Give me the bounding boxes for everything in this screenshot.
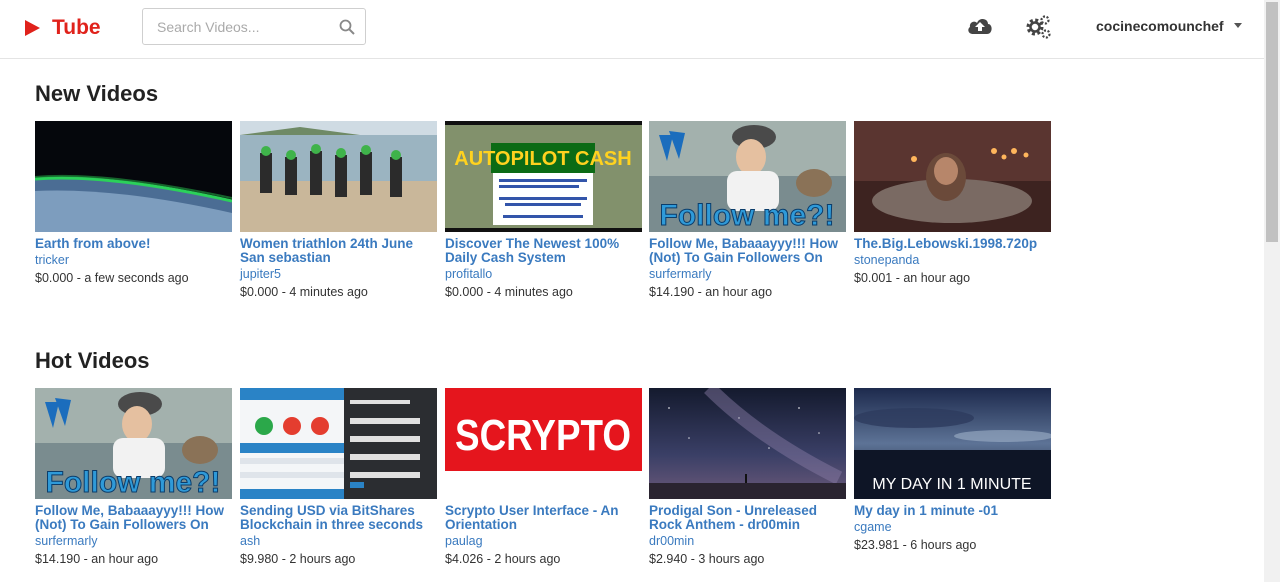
video-thumbnail[interactable] <box>35 121 232 232</box>
video-author[interactable]: jupiter5 <box>240 267 437 281</box>
thumbnail-text: AUTOPILOT CASH <box>454 148 631 170</box>
video-meta: $23.981 - 6 hours ago <box>854 538 977 552</box>
video-author[interactable]: tricker <box>35 253 232 267</box>
video-card[interactable]: Sending USD via BitShares Blockchain in … <box>240 388 437 566</box>
video-card[interactable]: Follow me?! Follow Me, Babaaayyy!!! How … <box>649 121 846 299</box>
video-card[interactable]: MY DAY IN 1 MINUTE My day in 1 minute -0… <box>854 388 1051 552</box>
section-title-new: New Videos <box>35 81 159 106</box>
video-meta: $14.190 - an hour ago <box>35 552 159 566</box>
logo[interactable]: Tube <box>22 15 101 41</box>
video-thumbnail[interactable] <box>240 388 437 499</box>
video-card[interactable]: AUTOPILOT CASH Discover The Newest 100% … <box>445 121 642 299</box>
top-bar: Tube cocinecomounchef <box>0 0 1264 59</box>
video-title[interactable]: Follow Me, Babaaayyy!!! How (Not) To Gai… <box>649 237 846 265</box>
video-author[interactable]: surfermarly <box>35 534 232 548</box>
video-thumbnail[interactable]: Follow me?! <box>35 388 232 499</box>
video-card[interactable]: Follow me?! Follow Me, Babaaayyy!!! How … <box>35 388 232 566</box>
video-meta: $0.001 - an hour ago <box>854 271 971 285</box>
search-box <box>142 8 366 45</box>
video-author[interactable]: ash <box>240 534 437 548</box>
video-meta: $0.000 - 4 minutes ago <box>240 285 368 299</box>
video-title[interactable]: Prodigal Son - Unreleased Rock Anthem - … <box>649 504 846 532</box>
settings-gears-icon[interactable] <box>1024 14 1052 40</box>
new-videos-row: Earth from above! tricker $0.000 - a few… <box>35 121 1055 311</box>
video-author[interactable]: surfermarly <box>649 267 846 281</box>
video-author[interactable]: paulag <box>445 534 642 548</box>
video-title[interactable]: Sending USD via BitShares Blockchain in … <box>240 504 437 532</box>
video-author[interactable]: stonepanda <box>854 253 1051 267</box>
video-meta: $4.026 - 2 hours ago <box>445 552 561 566</box>
video-thumbnail[interactable] <box>854 121 1051 232</box>
logo-text: Tube <box>52 16 101 39</box>
video-title[interactable]: Discover The Newest 100% Daily Cash Syst… <box>445 237 642 265</box>
video-thumbnail[interactable] <box>649 388 846 499</box>
search-input[interactable] <box>143 9 333 44</box>
video-meta: $0.000 - a few seconds ago <box>35 271 189 285</box>
video-meta: $0.000 - 4 minutes ago <box>445 285 573 299</box>
search-icon[interactable] <box>339 19 355 35</box>
cloud-upload-icon[interactable] <box>966 14 994 38</box>
user-menu[interactable]: cocinecomounchef <box>1096 16 1242 36</box>
video-card[interactable]: Women triathlon 24th June San sebastian … <box>240 121 437 299</box>
video-thumbnail[interactable]: Follow me?! <box>649 121 846 232</box>
video-card[interactable]: The.Big.Lebowski.1998.720p stonepanda $0… <box>854 121 1051 285</box>
video-author[interactable]: profitallo <box>445 267 642 281</box>
video-title[interactable]: Earth from above! <box>35 237 232 251</box>
play-icon <box>25 20 40 36</box>
video-meta: $14.190 - an hour ago <box>649 285 773 299</box>
video-card[interactable]: SCRYPTO Scrypto User Interface - An Orie… <box>445 388 642 566</box>
caret-down-icon <box>1233 23 1242 28</box>
video-card[interactable]: Prodigal Son - Unreleased Rock Anthem - … <box>649 388 846 566</box>
video-title[interactable]: The.Big.Lebowski.1998.720p <box>854 237 1051 251</box>
section-title-hot: Hot Videos <box>35 348 150 373</box>
thumbnail-text: Follow me?! <box>660 199 835 232</box>
video-title[interactable]: Scrypto User Interface - An Orientation <box>445 504 642 532</box>
video-title[interactable]: Women triathlon 24th June San sebastian <box>240 237 437 265</box>
video-card[interactable]: Earth from above! tricker $0.000 - a few… <box>35 121 232 285</box>
username: cocinecomounchef <box>1096 18 1224 34</box>
video-author[interactable]: dr00min <box>649 534 846 548</box>
video-thumbnail[interactable]: AUTOPILOT CASH <box>445 121 642 232</box>
video-thumbnail[interactable]: MY DAY IN 1 MINUTE <box>854 388 1051 499</box>
thumbnail-text: SCRYPTO <box>455 411 631 460</box>
thumbnail-text: Follow me?! <box>46 466 221 499</box>
video-title[interactable]: My day in 1 minute -01 <box>854 504 1051 518</box>
thumbnail-text: MY DAY IN 1 MINUTE <box>872 476 1031 493</box>
video-title[interactable]: Follow Me, Babaaayyy!!! How (Not) To Gai… <box>35 504 232 532</box>
hot-videos-row: Follow me?! Follow Me, Babaaayyy!!! How … <box>35 388 1055 578</box>
video-thumbnail[interactable] <box>240 121 437 232</box>
video-author[interactable]: cgame <box>854 520 1051 534</box>
video-meta: $9.980 - 2 hours ago <box>240 552 356 566</box>
video-meta: $2.940 - 3 hours ago <box>649 552 765 566</box>
scrollbar-thumb[interactable] <box>1266 2 1278 242</box>
page-scrollbar[interactable] <box>1264 0 1280 582</box>
video-thumbnail[interactable]: SCRYPTO <box>445 388 642 499</box>
